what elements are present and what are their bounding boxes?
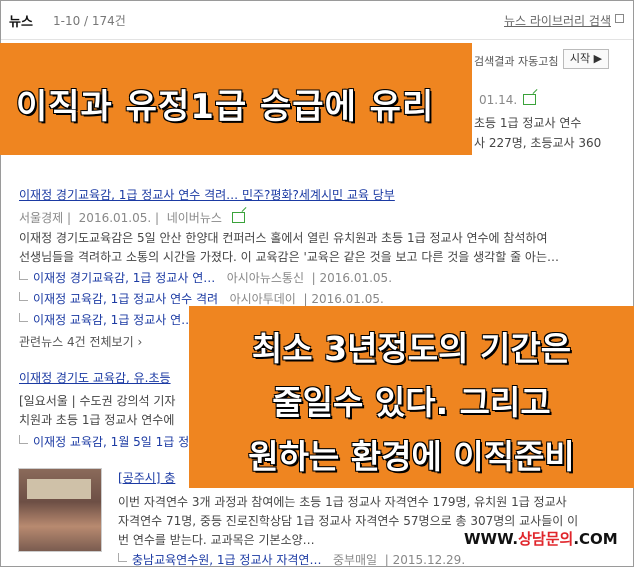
- related-news-link[interactable]: 이재정 교육감, 1월 5일 1급 정: [33, 435, 189, 449]
- promo-text-line: 최소 3년정도의 기간은: [251, 329, 572, 368]
- news-thumbnail[interactable]: [18, 468, 102, 552]
- related-date: 2015.12.29.: [392, 553, 466, 567]
- news-meta: 서울경제 | 2016.01.05. | 네이버뉴스: [19, 209, 245, 226]
- news-snippet: 이재정 경기도교육감은 5일 안산 한양대 컨퍼러스 홀에서 열린 유치원과 초…: [19, 231, 548, 245]
- partial-date: 01.14.: [479, 93, 537, 107]
- tree-bullet-icon: [19, 271, 28, 280]
- news-title-link[interactable]: 이재정 경기도 교육감, 유.초등: [19, 369, 171, 386]
- related-source: 아시아뉴스통신: [226, 271, 304, 285]
- news-snippet: 번 연수를 받는다. 교과목은 기본소양…: [118, 533, 315, 547]
- news-header: 뉴스 1-10 / 174건 뉴스 라이브러리 검색: [1, 1, 633, 40]
- partial-body-line: 초등 1급 정교사 연수: [474, 116, 582, 130]
- section-title: 뉴스: [9, 15, 33, 30]
- related-source: 중부매일: [332, 553, 378, 567]
- news-date: 2016.01.05.: [78, 211, 152, 225]
- related-news-item: 이재정 교육감, 1급 정교사 연…: [19, 311, 193, 328]
- related-news-link[interactable]: 이재정 교육감, 1급 정교사 연수 격려: [33, 292, 218, 306]
- tree-bullet-icon: [118, 553, 127, 562]
- partial-body-line: 사 227명, 초등교사 360: [474, 136, 602, 150]
- promo-text: 이직과 유정1급 승급에 유리: [16, 87, 435, 127]
- news-library-link[interactable]: 뉴스 라이브러리 검색: [504, 12, 611, 29]
- promo-banner-top: 이직과 유정1급 승급에 유리: [0, 43, 472, 155]
- news-title-link[interactable]: [공주시] 충: [118, 469, 175, 486]
- tree-bullet-icon: [19, 435, 28, 444]
- external-link-icon[interactable]: [615, 14, 624, 23]
- related-news-item: 이재정 교육감, 1급 정교사 연수 격려 아시아투데이 | 2016.01.0…: [19, 290, 384, 307]
- share-icon[interactable]: [523, 94, 537, 105]
- related-news-item: 이재정 교육감, 1월 5일 1급 정: [19, 433, 189, 450]
- related-news-link[interactable]: 이재정 교육감, 1급 정교사 연…: [33, 313, 193, 327]
- share-icon[interactable]: [231, 212, 245, 223]
- related-news-link[interactable]: 충남교육연수원, 1급 정교사 자격연…: [132, 553, 321, 566]
- related-date: 2016.01.05.: [311, 292, 384, 306]
- tree-bullet-icon: [19, 313, 28, 322]
- watermark: WWW.상담문의.COM: [462, 527, 620, 550]
- news-snippet: 이번 자격연수 3개 과정과 참여에는 초등 1급 정교사 자격연수 179명,…: [118, 495, 567, 509]
- tree-bullet-icon: [19, 292, 28, 301]
- news-source: 서울경제: [19, 211, 64, 225]
- result-count: 1-10 / 174건: [53, 14, 126, 28]
- promo-text-line: 줄일수 있다. 그리고: [272, 383, 551, 422]
- related-news-item: 이재정 경기교육감, 1급 정교사 연… 아시아뉴스통신 | 2016.01.0…: [19, 269, 392, 286]
- related-source: 아시아투데이: [229, 292, 296, 306]
- news-snippet: [일요서울 | 수도권 강의석 기자: [19, 394, 176, 408]
- portal-link[interactable]: 네이버뉴스: [167, 211, 222, 225]
- auto-refresh-label: 검색결과 자동고침: [474, 55, 559, 68]
- promo-text-line: 원하는 환경에 이직준비: [248, 437, 575, 476]
- related-news-link[interactable]: 이재정 경기교육감, 1급 정교사 연…: [33, 271, 215, 285]
- news-title-link[interactable]: 이재정 경기교육감, 1급 정교사 연수 격려… 민주?평화?세계시민 교육 당…: [19, 186, 395, 203]
- promo-banner-bottom: 최소 3년정도의 기간은 줄일수 있다. 그리고 원하는 환경에 이직준비: [189, 306, 634, 488]
- news-snippet: 선생님들을 격려하고 소통의 시간을 가졌다. 이 교육감은 '교육은 같은 것…: [19, 250, 560, 264]
- start-button[interactable]: 시작 ▶: [563, 49, 609, 69]
- news-snippet: 치원과 초등 1급 정교사 연수에: [19, 413, 175, 427]
- related-news-item: 충남교육연수원, 1급 정교사 자격연… 중부매일 | 2015.12.29.: [118, 551, 466, 567]
- related-news-more-link[interactable]: 관련뉴스 4건 전체보기 ›: [19, 333, 142, 350]
- related-date: 2016.01.05.: [319, 271, 393, 285]
